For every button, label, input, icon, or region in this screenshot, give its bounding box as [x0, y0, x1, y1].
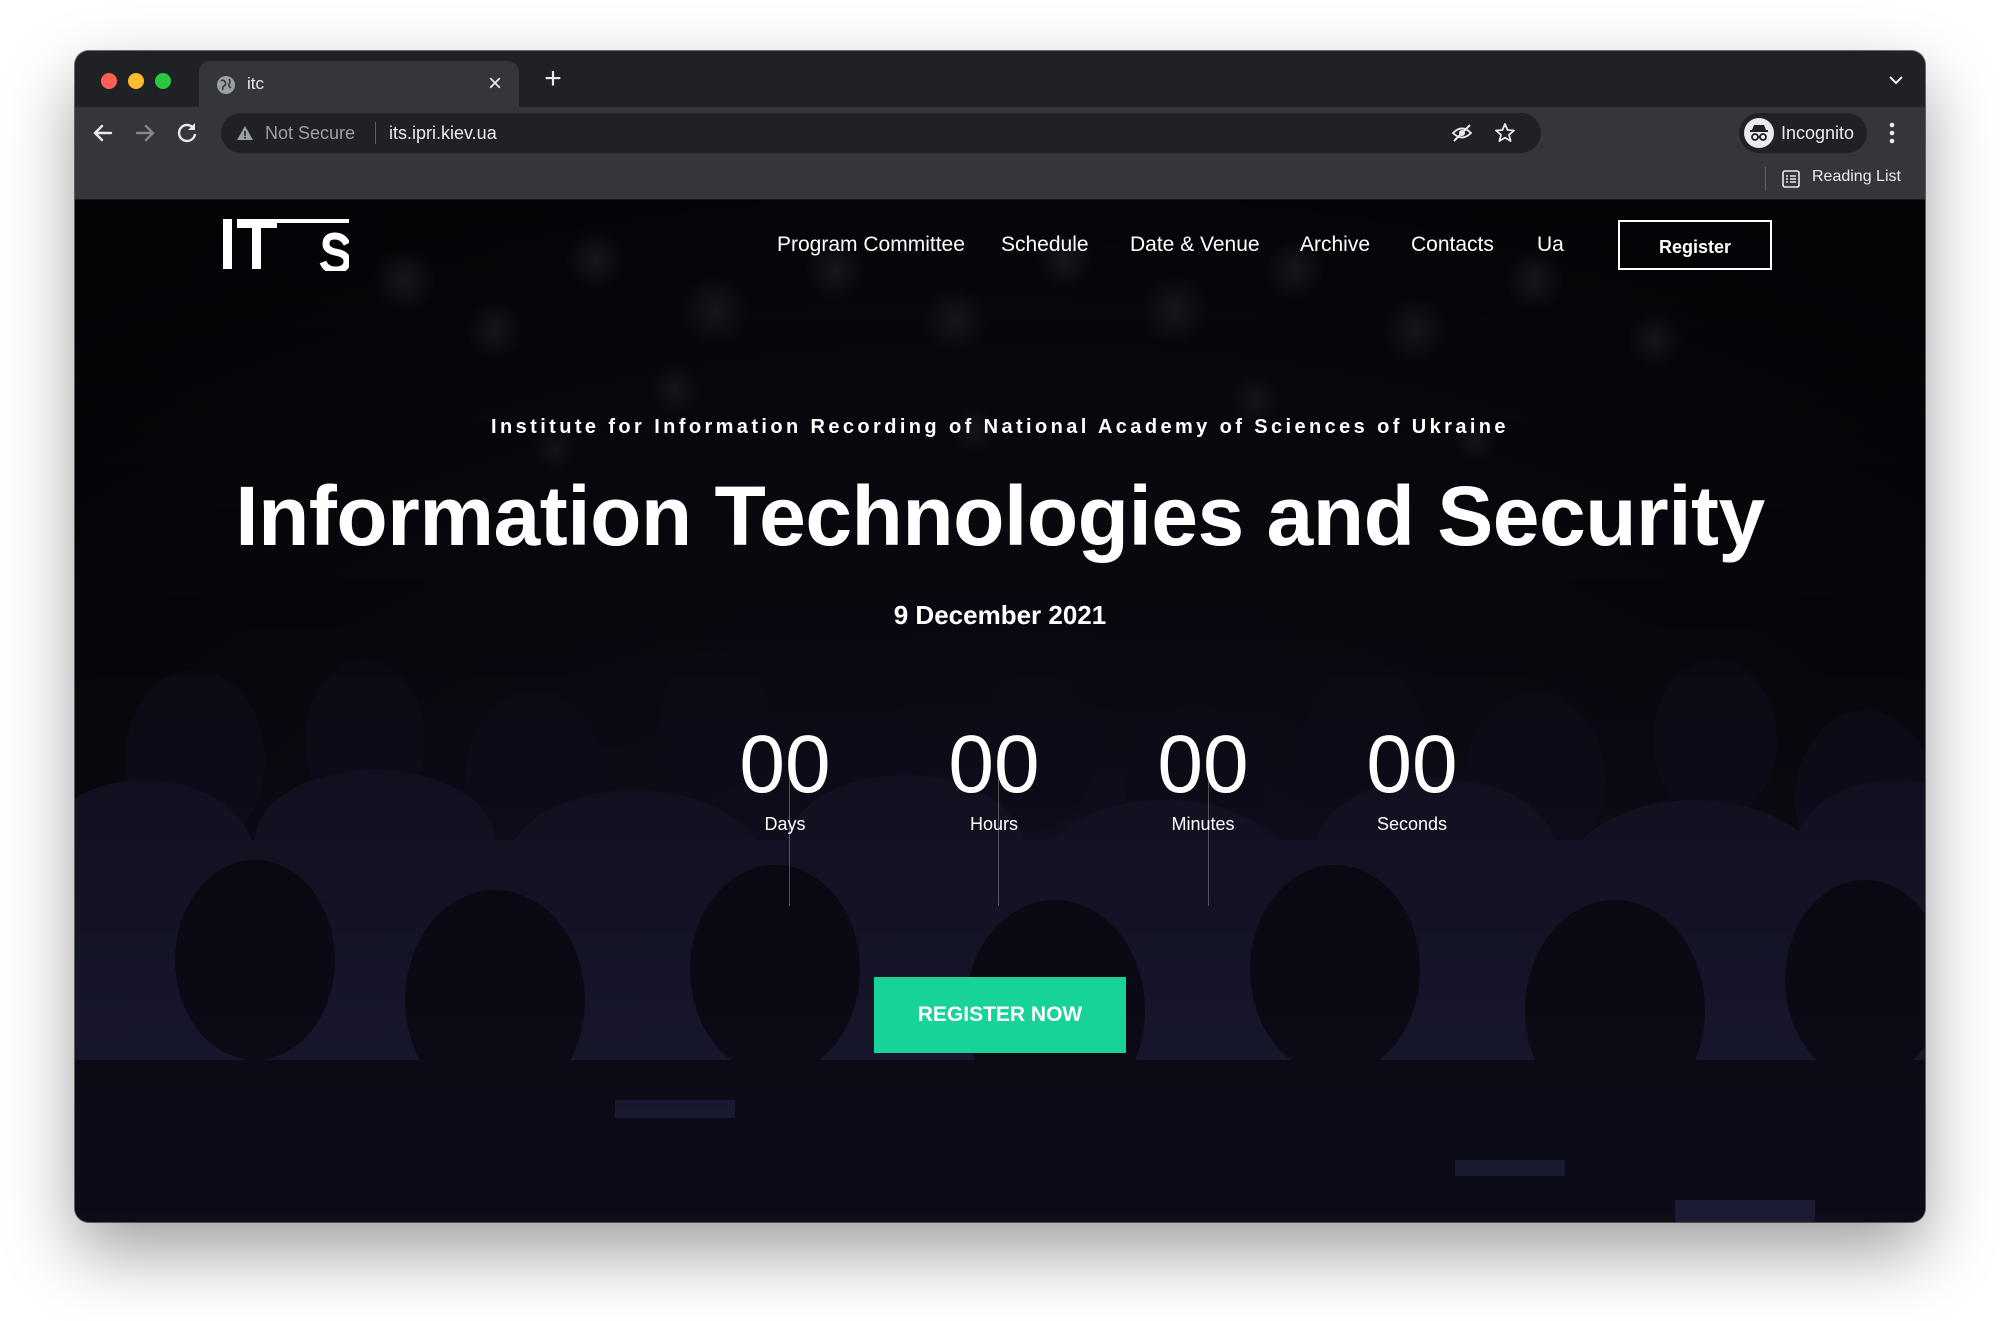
institution-name: Institute for Information Recording of N…: [491, 416, 1509, 438]
tab-close-icon[interactable]: ×: [483, 70, 507, 98]
countdown-minutes-label: Minutes: [1171, 814, 1235, 834]
reload-icon[interactable]: [173, 119, 201, 147]
more-menu-icon[interactable]: [1887, 119, 1897, 147]
countdown-seconds: 00 Seconds: [1312, 720, 1512, 835]
nav-date-venue[interactable]: Date & Venue: [1130, 233, 1260, 257]
countdown-divider: [1208, 766, 1209, 906]
browser-window: itc × + Not Secure its.ipri.kiev.ua Inco…: [75, 51, 1925, 1222]
conference-title: Information Technologies and Security: [235, 469, 1765, 563]
nav-contacts[interactable]: Contacts: [1411, 233, 1494, 257]
audience-background-image: [75, 200, 1925, 1222]
nav-language-ua[interactable]: Ua: [1537, 233, 1564, 257]
bookmarks-divider: [1765, 167, 1766, 191]
countdown-hours-value: 00: [948, 719, 1040, 810]
countdown-seconds-value: 00: [1366, 719, 1458, 810]
nav-schedule[interactable]: Schedule: [1001, 233, 1089, 257]
back-icon[interactable]: [89, 119, 117, 147]
incognito-icon: [1744, 118, 1774, 148]
register-button[interactable]: Register: [1618, 220, 1772, 270]
register-now-button[interactable]: REGISTER NOW: [874, 977, 1126, 1053]
browser-tab[interactable]: itc ×: [199, 61, 519, 107]
countdown-divider: [789, 766, 790, 906]
address-bar[interactable]: Not Secure its.ipri.kiev.ua: [221, 113, 1541, 153]
countdown-seconds-label: Seconds: [1376, 814, 1448, 834]
event-date: 9 December 2021: [893, 600, 1107, 630]
tab-title: itc: [247, 74, 264, 93]
eye-off-icon[interactable]: [1451, 122, 1473, 144]
chevron-down-icon[interactable]: [1885, 69, 1907, 91]
bookmarks-bar: Reading List: [75, 159, 1925, 200]
nav-archive[interactable]: Archive: [1300, 233, 1370, 257]
countdown-hours-label: Hours: [969, 814, 1018, 834]
countdown-days-label: Days: [764, 814, 806, 834]
countdown-hours: 00 Hours: [894, 720, 1094, 835]
close-window-button[interactable]: [101, 73, 117, 89]
tab-strip: itc × +: [75, 51, 1925, 107]
nav-program-committee[interactable]: Program Committee: [777, 233, 965, 257]
new-tab-button[interactable]: +: [537, 63, 569, 95]
globe-icon: [217, 76, 235, 94]
warning-icon: [237, 126, 253, 140]
url-divider: [375, 122, 376, 144]
web-page: Program Committee Schedule Date & Venue …: [75, 200, 1925, 1222]
countdown-minutes: 00 Minutes: [1103, 720, 1303, 835]
reading-list-button[interactable]: Reading List: [1812, 168, 1901, 186]
countdown-days-value: 00: [739, 719, 831, 810]
countdown-divider: [998, 766, 999, 906]
minimize-window-button[interactable]: [128, 73, 144, 89]
countdown-days: 00 Days: [685, 720, 885, 835]
incognito-profile-button[interactable]: Incognito: [1739, 113, 1867, 153]
browser-toolbar: Not Secure its.ipri.kiev.ua Incognito: [75, 107, 1925, 159]
countdown-minutes-value: 00: [1157, 719, 1249, 810]
its-logo[interactable]: [223, 216, 349, 271]
forward-icon[interactable]: [131, 119, 159, 147]
maximize-window-button[interactable]: [155, 73, 171, 89]
security-status[interactable]: Not Secure: [265, 123, 355, 144]
url-text[interactable]: its.ipri.kiev.ua: [389, 123, 497, 144]
bookmark-star-icon[interactable]: [1493, 121, 1517, 145]
profile-label: Incognito: [1781, 123, 1855, 143]
reading-list-icon[interactable]: [1781, 169, 1801, 189]
